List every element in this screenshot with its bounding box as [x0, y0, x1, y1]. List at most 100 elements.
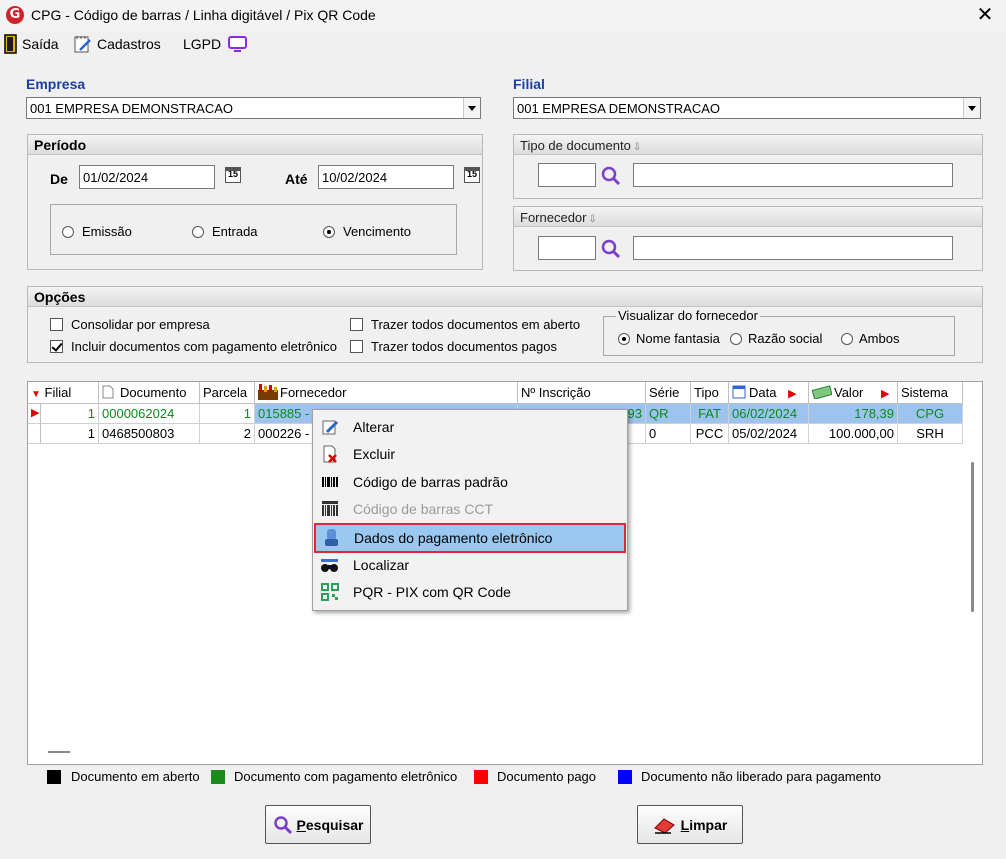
col-header-filial[interactable]: ▼ Filial — [28, 382, 99, 404]
checkbox[interactable] — [350, 340, 363, 353]
empresa-select[interactable]: 001 EMPRESA DEMONSTRACAO — [26, 97, 481, 119]
calendar-icon[interactable]: 15 — [225, 167, 241, 183]
cell-data[interactable]: 06/02/2024 — [729, 404, 809, 424]
row-indicator[interactable]: ▶ — [28, 404, 41, 424]
lgpd-button[interactable]: LGPD — [183, 33, 249, 55]
radio-button[interactable] — [841, 332, 853, 345]
consolidar-checkbox[interactable]: Consolidar por empresa — [50, 317, 210, 332]
cell-sistema[interactable]: SRH — [898, 424, 963, 444]
sort-down-icon: ▼ — [31, 389, 41, 400]
col-header-fornecedor[interactable]: Fornecedor — [255, 382, 518, 404]
radio-emissao[interactable]: Emissão — [62, 224, 132, 239]
col-header-parcela[interactable]: Parcela — [200, 382, 255, 404]
radio-vencimento[interactable]: Vencimento — [323, 224, 411, 239]
menu-item-codigo-barras-cct: Código de barras CCT — [315, 496, 625, 522]
opcoes-group: Opções Consolidar por empresa Incluir do… — [27, 286, 983, 363]
cell-serie[interactable]: 0 — [646, 424, 691, 444]
cell-tipo[interactable]: PCC — [691, 424, 729, 444]
row-indicator[interactable] — [28, 424, 41, 444]
binoculars-icon — [320, 556, 340, 574]
checkbox[interactable] — [50, 318, 63, 331]
checkbox-checked[interactable] — [50, 340, 63, 353]
cell-documento[interactable]: 0468500803 — [99, 424, 200, 444]
qr-code-icon — [320, 583, 340, 601]
cell-parcela[interactable]: 1 — [200, 404, 255, 424]
menu-item-codigo-barras-padrao[interactable]: Código de barras padrão — [315, 469, 625, 495]
cell-sistema[interactable]: CPG — [898, 404, 963, 424]
radio-entrada[interactable]: Entrada — [192, 224, 258, 239]
fornecedor-desc-input[interactable] — [633, 236, 953, 260]
empresa-value: 001 EMPRESA DEMONSTRACAO — [30, 101, 233, 116]
cell-filial[interactable]: 1 — [41, 404, 99, 424]
close-button[interactable]: ✕ — [966, 2, 1004, 29]
limpar-button[interactable]: Limpar — [637, 805, 743, 844]
calendar-icon[interactable]: 15 — [464, 167, 480, 183]
cell-data[interactable]: 05/02/2024 — [729, 424, 809, 444]
col-header-serie[interactable]: Série — [646, 382, 691, 404]
calendar-icon — [732, 385, 746, 399]
cell-tipo[interactable]: FAT — [691, 404, 729, 424]
arrow-down-icon: ⇩ — [632, 142, 642, 153]
col-header-tipo[interactable]: Tipo — [691, 382, 729, 404]
radio-button[interactable] — [730, 332, 742, 345]
menu-item-localizar[interactable]: Localizar — [315, 552, 625, 578]
horizontal-scrollbar-thumb[interactable] — [48, 751, 70, 753]
radio-ambos[interactable]: Ambos — [841, 331, 899, 346]
menu-item-alterar[interactable]: Alterar — [315, 414, 625, 440]
trazer-pagos-checkbox[interactable]: Trazer todos documentos pagos — [350, 339, 557, 354]
legend-swatch-eletronico — [211, 770, 225, 784]
tipo-documento-code-input[interactable] — [538, 163, 596, 187]
cadastros-button[interactable]: Cadastros — [73, 33, 161, 55]
filial-select[interactable]: 001 EMPRESA DEMONSTRACAO — [513, 97, 981, 119]
cell-valor[interactable]: 178,39 — [809, 404, 898, 424]
opcoes-title: Opções — [34, 289, 86, 305]
radio-razao-social[interactable]: Razão social — [730, 331, 822, 346]
cell-valor[interactable]: 100.000,00 — [809, 424, 898, 444]
filial-value: 001 EMPRESA DEMONSTRACAO — [517, 101, 720, 116]
trazer-abertos-checkbox[interactable]: Trazer todos documentos em aberto — [350, 317, 580, 332]
electronic-payment-icon — [321, 529, 341, 547]
pesquisar-label: Pesquisar — [296, 816, 364, 833]
menu-item-dados-pagamento-eletronico[interactable]: Dados do pagamento eletrônico — [314, 523, 626, 553]
legend-swatch-pago — [474, 770, 488, 784]
radio-button-selected[interactable] — [618, 332, 630, 345]
radio-nome-fantasia[interactable]: Nome fantasia — [618, 331, 720, 346]
legend-nao-liberado: Documento não liberado para pagamento — [641, 769, 881, 784]
document-icon — [102, 385, 114, 399]
search-icon[interactable] — [600, 238, 622, 260]
radio-button[interactable] — [62, 225, 74, 238]
chevron-down-icon[interactable] — [463, 98, 480, 118]
checkbox[interactable] — [350, 318, 363, 331]
col-header-valor[interactable]: Valor ▶ — [809, 382, 898, 404]
saida-button[interactable]: Saída — [4, 33, 59, 55]
fornecedor-group: Fornecedor ⇩ — [513, 206, 983, 271]
eraser-icon — [653, 817, 675, 834]
fornecedor-code-input[interactable] — [538, 236, 596, 260]
lgpd-label: LGPD — [183, 36, 222, 52]
visualizar-group: Visualizar do fornecedor Nome fantasia R… — [603, 308, 955, 356]
menu-item-pqr-pix[interactable]: PQR - PIX com QR Code — [315, 579, 625, 605]
search-icon[interactable] — [600, 165, 622, 187]
pesquisar-button[interactable]: Pesquisar — [265, 805, 371, 844]
col-header-data[interactable]: Data ▶ — [729, 382, 809, 404]
periodo-title: Período — [34, 137, 87, 153]
col-header-inscricao[interactable]: Nº Inscrição — [518, 382, 646, 404]
radio-button[interactable] — [192, 225, 204, 238]
cell-documento[interactable]: 0000062024 — [99, 404, 200, 424]
menu-item-excluir[interactable]: Excluir — [315, 441, 625, 467]
incluir-checkbox[interactable]: Incluir documentos com pagamento eletrôn… — [50, 339, 337, 354]
col-header-documento[interactable]: Documento — [99, 382, 200, 404]
col-header-sistema[interactable]: Sistema — [898, 382, 963, 404]
vertical-scrollbar-thumb[interactable] — [971, 462, 974, 612]
tipo-documento-desc-input[interactable] — [633, 163, 953, 187]
fornecedor-title: Fornecedor ⇩ — [520, 210, 597, 225]
chevron-down-icon[interactable] — [963, 98, 980, 118]
radio-button-selected[interactable] — [323, 225, 335, 238]
ate-date-input[interactable]: 10/02/2024 15 — [318, 165, 480, 189]
legend-aberto: Documento em aberto — [71, 769, 200, 784]
cell-filial[interactable]: 1 — [41, 424, 99, 444]
cell-parcela[interactable]: 2 — [200, 424, 255, 444]
de-date-input[interactable]: 01/02/2024 15 — [79, 165, 241, 189]
cell-serie[interactable]: QR — [646, 404, 691, 424]
limpar-label: Limpar — [680, 816, 728, 833]
